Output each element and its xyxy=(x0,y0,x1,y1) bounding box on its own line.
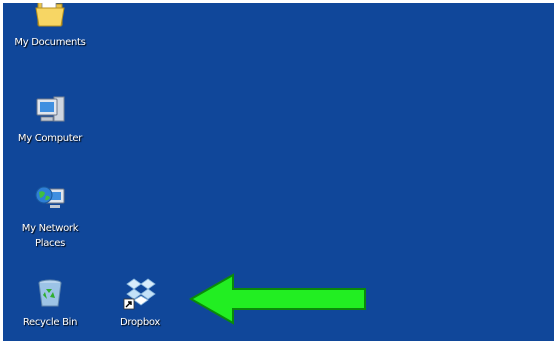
desktop-icon-dropbox[interactable]: Dropbox xyxy=(95,275,185,330)
desktop-icon-my-network-places[interactable]: My Network Places xyxy=(5,181,95,251)
network-places-icon xyxy=(35,186,65,208)
desktop-icon-label: Dropbox xyxy=(119,317,161,328)
folder-documents-icon xyxy=(35,3,65,27)
desktop-icon-label: My Computer xyxy=(17,133,83,144)
desktop-icon-label: Recycle Bin xyxy=(22,317,78,328)
recycle-bin-icon xyxy=(38,279,62,307)
desktop-icon-my-documents[interactable]: My Documents xyxy=(5,3,95,50)
desktop-icon-label: My Documents xyxy=(14,37,86,48)
desktop[interactable]: My Documents My Computer My Network Plac… xyxy=(3,3,554,341)
desktop-icon-my-computer[interactable]: My Computer xyxy=(5,91,95,146)
green-arrow-icon xyxy=(188,273,366,325)
dropbox-shortcut-icon xyxy=(123,278,156,310)
desktop-icon-recycle-bin[interactable]: Recycle Bin xyxy=(5,275,95,330)
computer-icon xyxy=(36,96,65,122)
desktop-icon-label: My Network Places xyxy=(21,223,79,249)
